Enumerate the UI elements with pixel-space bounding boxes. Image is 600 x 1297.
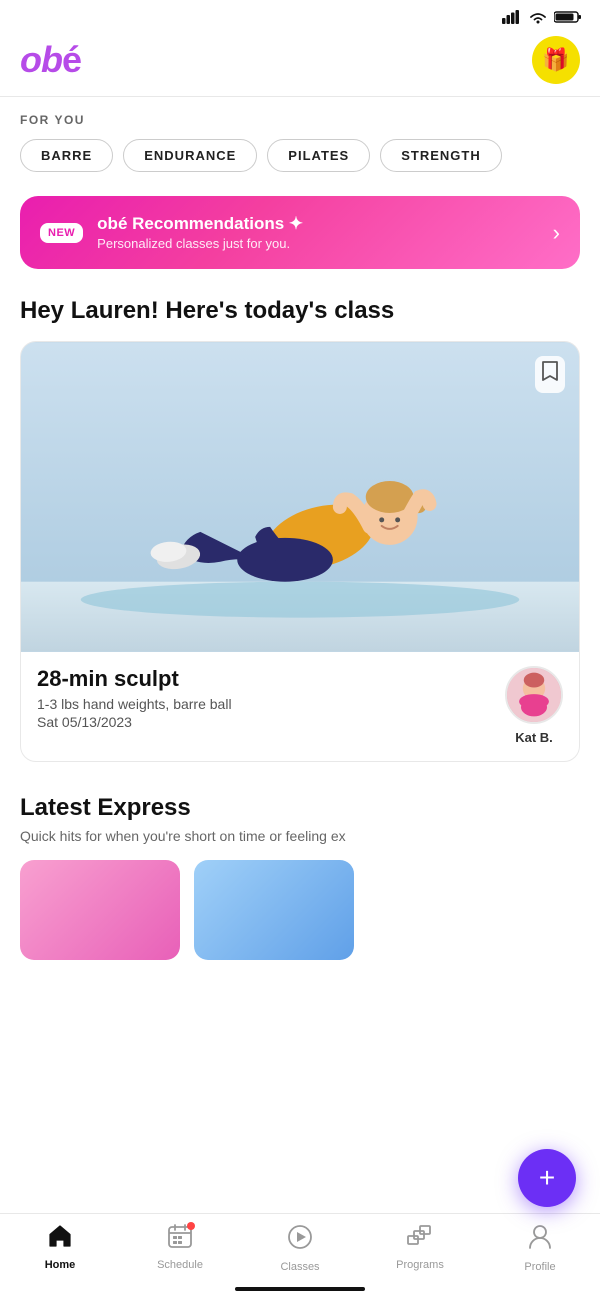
filter-pills-container: BARRE ENDURANCE PILATES STRENGTH: [0, 139, 600, 192]
latest-express-title: Latest Express: [20, 794, 191, 822]
profile-icon: [528, 1224, 552, 1257]
nav-item-programs[interactable]: Programs: [360, 1224, 480, 1273]
status-bar: [0, 0, 600, 28]
wifi-icon: [528, 10, 548, 24]
signal-icon: [502, 10, 522, 24]
nav-item-home[interactable]: Home: [0, 1224, 120, 1273]
today-class-heading: Hey Lauren! Here's today's class: [0, 293, 600, 341]
home-icon: [47, 1224, 73, 1255]
class-details: 28-min sculpt 1-3 lbs hand weights, barr…: [37, 666, 232, 730]
bookmark-icon[interactable]: [535, 356, 565, 393]
rec-title: obé Recommendations ✦: [97, 214, 303, 234]
fab-plus-icon: +: [539, 1162, 555, 1194]
rec-subtitle: Personalized classes just for you.: [97, 236, 303, 251]
pill-endurance[interactable]: ENDURANCE: [123, 139, 257, 172]
header-divider: [0, 96, 600, 97]
for-you-label: FOR YOU: [0, 113, 600, 139]
nav-item-schedule[interactable]: Schedule: [120, 1224, 240, 1273]
class-meta: 1-3 lbs hand weights, barre ball: [37, 696, 232, 712]
new-badge: NEW: [40, 223, 83, 243]
class-title: 28-min sculpt: [37, 666, 232, 692]
pill-barre[interactable]: BARRE: [20, 139, 113, 172]
nav-label-profile: Profile: [524, 1261, 555, 1273]
instructor-name: Kat B.: [515, 730, 553, 745]
nav-label-home: Home: [45, 1259, 76, 1271]
instructor: Kat B.: [505, 666, 563, 745]
gift-icon: 🎁: [542, 47, 569, 73]
fab-button[interactable]: +: [518, 1149, 576, 1207]
latest-express-subtitle: Quick hits for when you're short on time…: [0, 828, 600, 860]
classes-icon: [287, 1224, 313, 1257]
app-logo: obé: [20, 39, 81, 81]
workout-svg: [21, 342, 579, 652]
class-date: Sat 05/13/2023: [37, 714, 232, 730]
rec-chevron-icon: ›: [553, 220, 560, 246]
gift-button[interactable]: 🎁: [532, 36, 580, 84]
schedule-notification-dot: [187, 1222, 195, 1230]
bottom-nav: Home Schedule: [0, 1213, 600, 1297]
nav-label-classes: Classes: [280, 1261, 319, 1273]
app-header: obé 🎁: [0, 28, 600, 96]
programs-icon: [406, 1224, 434, 1255]
instructor-avatar: [505, 666, 563, 724]
battery-icon: [554, 10, 582, 24]
pill-strength[interactable]: STRENGTH: [380, 139, 502, 172]
express-card-row: [0, 860, 600, 960]
class-info: 28-min sculpt 1-3 lbs hand weights, barr…: [21, 652, 579, 761]
class-image: [21, 342, 579, 652]
nav-item-classes[interactable]: Classes: [240, 1224, 360, 1273]
nav-label-programs: Programs: [396, 1259, 444, 1271]
home-indicator: [235, 1287, 365, 1291]
express-card-2[interactable]: [194, 860, 354, 960]
class-card[interactable]: 28-min sculpt 1-3 lbs hand weights, barr…: [20, 341, 580, 762]
schedule-icon: [167, 1224, 193, 1255]
nav-item-profile[interactable]: Profile: [480, 1224, 600, 1273]
nav-label-schedule: Schedule: [157, 1259, 203, 1271]
recommendations-banner[interactable]: NEW obé Recommendations ✦ Personalized c…: [20, 196, 580, 269]
express-card-1[interactable]: [20, 860, 180, 960]
pill-pilates[interactable]: PILATES: [267, 139, 370, 172]
latest-express-header: Latest Express: [0, 778, 600, 828]
